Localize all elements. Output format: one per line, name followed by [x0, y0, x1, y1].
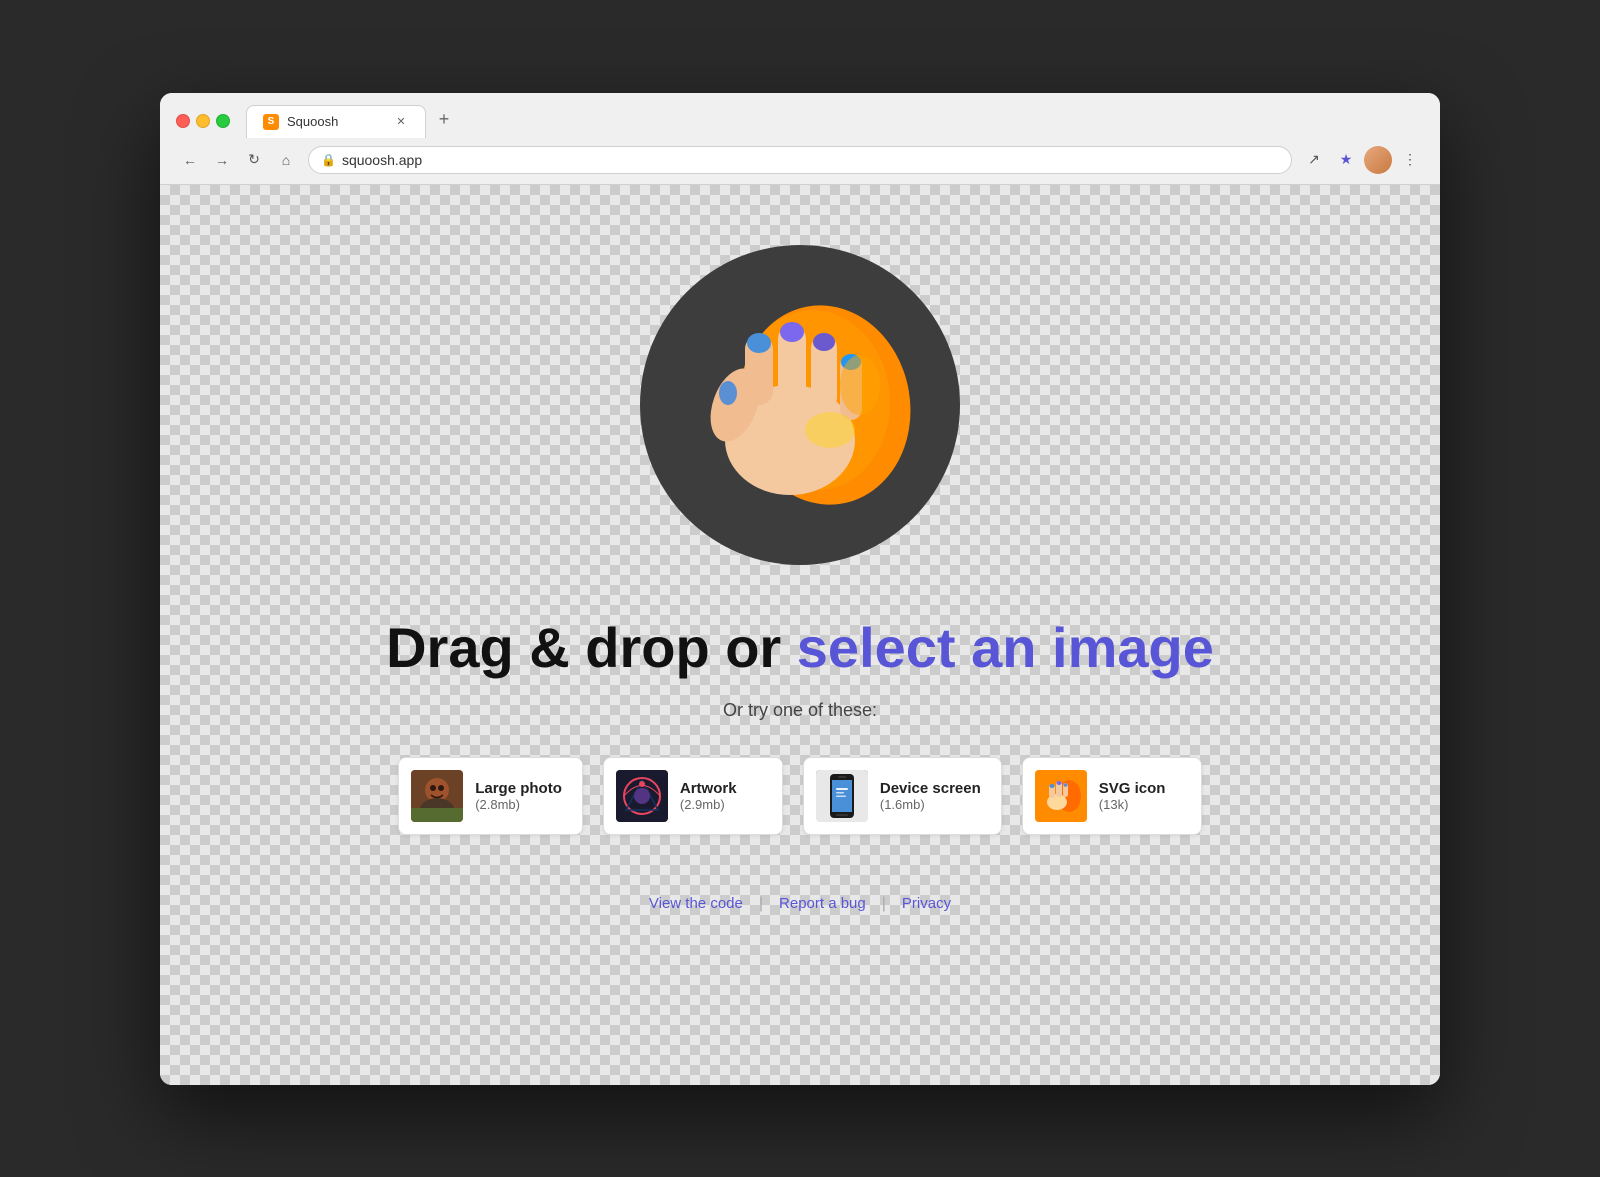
url-text: squoosh.app	[342, 152, 422, 168]
large-photo-name: Large photo	[475, 780, 562, 797]
sample-large-photo[interactable]: Large photo (2.8mb)	[398, 757, 583, 835]
large-photo-info: Large photo (2.8mb)	[475, 780, 562, 812]
browser-chrome: S Squoosh ✕ + ← → ↻ ⌂	[160, 93, 1440, 185]
bookmark-button[interactable]: ★	[1332, 146, 1360, 174]
photo-thumbnail-art	[411, 770, 463, 822]
tab-bar: S Squoosh ✕ +	[246, 105, 1424, 138]
large-photo-size: (2.8mb)	[475, 797, 562, 812]
footer-links: View the code | Report a bug | Privacy	[633, 895, 967, 913]
view-code-link[interactable]: View the code	[633, 895, 759, 912]
subheadline: Or try one of these:	[723, 700, 877, 721]
artwork-info: Artwork (2.9mb)	[680, 780, 737, 812]
address-bar[interactable]: 🔒 squoosh.app	[308, 146, 1292, 174]
select-image-link[interactable]: select an image	[797, 616, 1214, 679]
artwork-size: (2.9mb)	[680, 797, 737, 812]
sample-device-screen[interactable]: Device screen (1.6mb)	[803, 757, 1002, 835]
headline: Drag & drop or select an image	[386, 615, 1214, 680]
home-button[interactable]: ⌂	[272, 146, 300, 174]
active-tab[interactable]: S Squoosh ✕	[246, 105, 426, 138]
svg-thumbnail-art	[1035, 770, 1087, 822]
squoosh-hand-illustration	[670, 275, 930, 535]
report-bug-link[interactable]: Report a bug	[763, 895, 882, 912]
sample-svg-icon[interactable]: SVG icon (13k)	[1022, 757, 1202, 835]
device-thumbnail-art	[816, 770, 868, 822]
device-screen-thumb	[816, 770, 868, 822]
back-button[interactable]: ←	[176, 146, 204, 174]
nav-buttons: ← → ↻ ⌂	[176, 146, 300, 174]
svg-icon-name: SVG icon	[1099, 780, 1166, 797]
headline-plain-text: Drag & drop or	[386, 616, 797, 679]
svg-icon-info: SVG icon (13k)	[1099, 780, 1166, 812]
new-tab-button[interactable]: +	[430, 106, 458, 134]
squoosh-logo	[640, 245, 960, 565]
nav-right-buttons: ↗ ★ ⋮	[1300, 146, 1424, 174]
security-lock-icon: 🔒	[321, 153, 336, 167]
profile-avatar[interactable]	[1364, 146, 1392, 174]
forward-button[interactable]: →	[208, 146, 236, 174]
svg-icon-thumb	[1035, 770, 1087, 822]
tab-title: Squoosh	[287, 114, 385, 129]
close-traffic-light[interactable]	[176, 114, 190, 128]
large-photo-thumb	[411, 770, 463, 822]
minimize-traffic-light[interactable]	[196, 114, 210, 128]
artwork-thumbnail-art	[616, 770, 668, 822]
browser-window: S Squoosh ✕ + ← → ↻ ⌂	[160, 93, 1440, 1085]
external-link-button[interactable]: ↗	[1300, 146, 1328, 174]
svg-icon-size: (13k)	[1099, 797, 1166, 812]
samples-container: Large photo (2.8mb)	[398, 757, 1202, 835]
traffic-lights	[176, 114, 230, 128]
tab-close-button[interactable]: ✕	[393, 114, 409, 130]
device-screen-info: Device screen (1.6mb)	[880, 780, 981, 812]
artwork-name: Artwork	[680, 780, 737, 797]
tab-favicon: S	[263, 114, 279, 130]
title-bar: S Squoosh ✕ +	[160, 93, 1440, 138]
more-menu-button[interactable]: ⋮	[1396, 146, 1424, 174]
artwork-thumb	[616, 770, 668, 822]
device-screen-size: (1.6mb)	[880, 797, 981, 812]
privacy-link[interactable]: Privacy	[886, 895, 967, 912]
maximize-traffic-light[interactable]	[216, 114, 230, 128]
reload-button[interactable]: ↻	[240, 146, 268, 174]
sample-artwork[interactable]: Artwork (2.9mb)	[603, 757, 783, 835]
device-screen-name: Device screen	[880, 780, 981, 797]
nav-bar: ← → ↻ ⌂ 🔒 squoosh.app ↗	[160, 138, 1440, 184]
page-content[interactable]: Drag & drop or select an image Or try on…	[160, 185, 1440, 1085]
